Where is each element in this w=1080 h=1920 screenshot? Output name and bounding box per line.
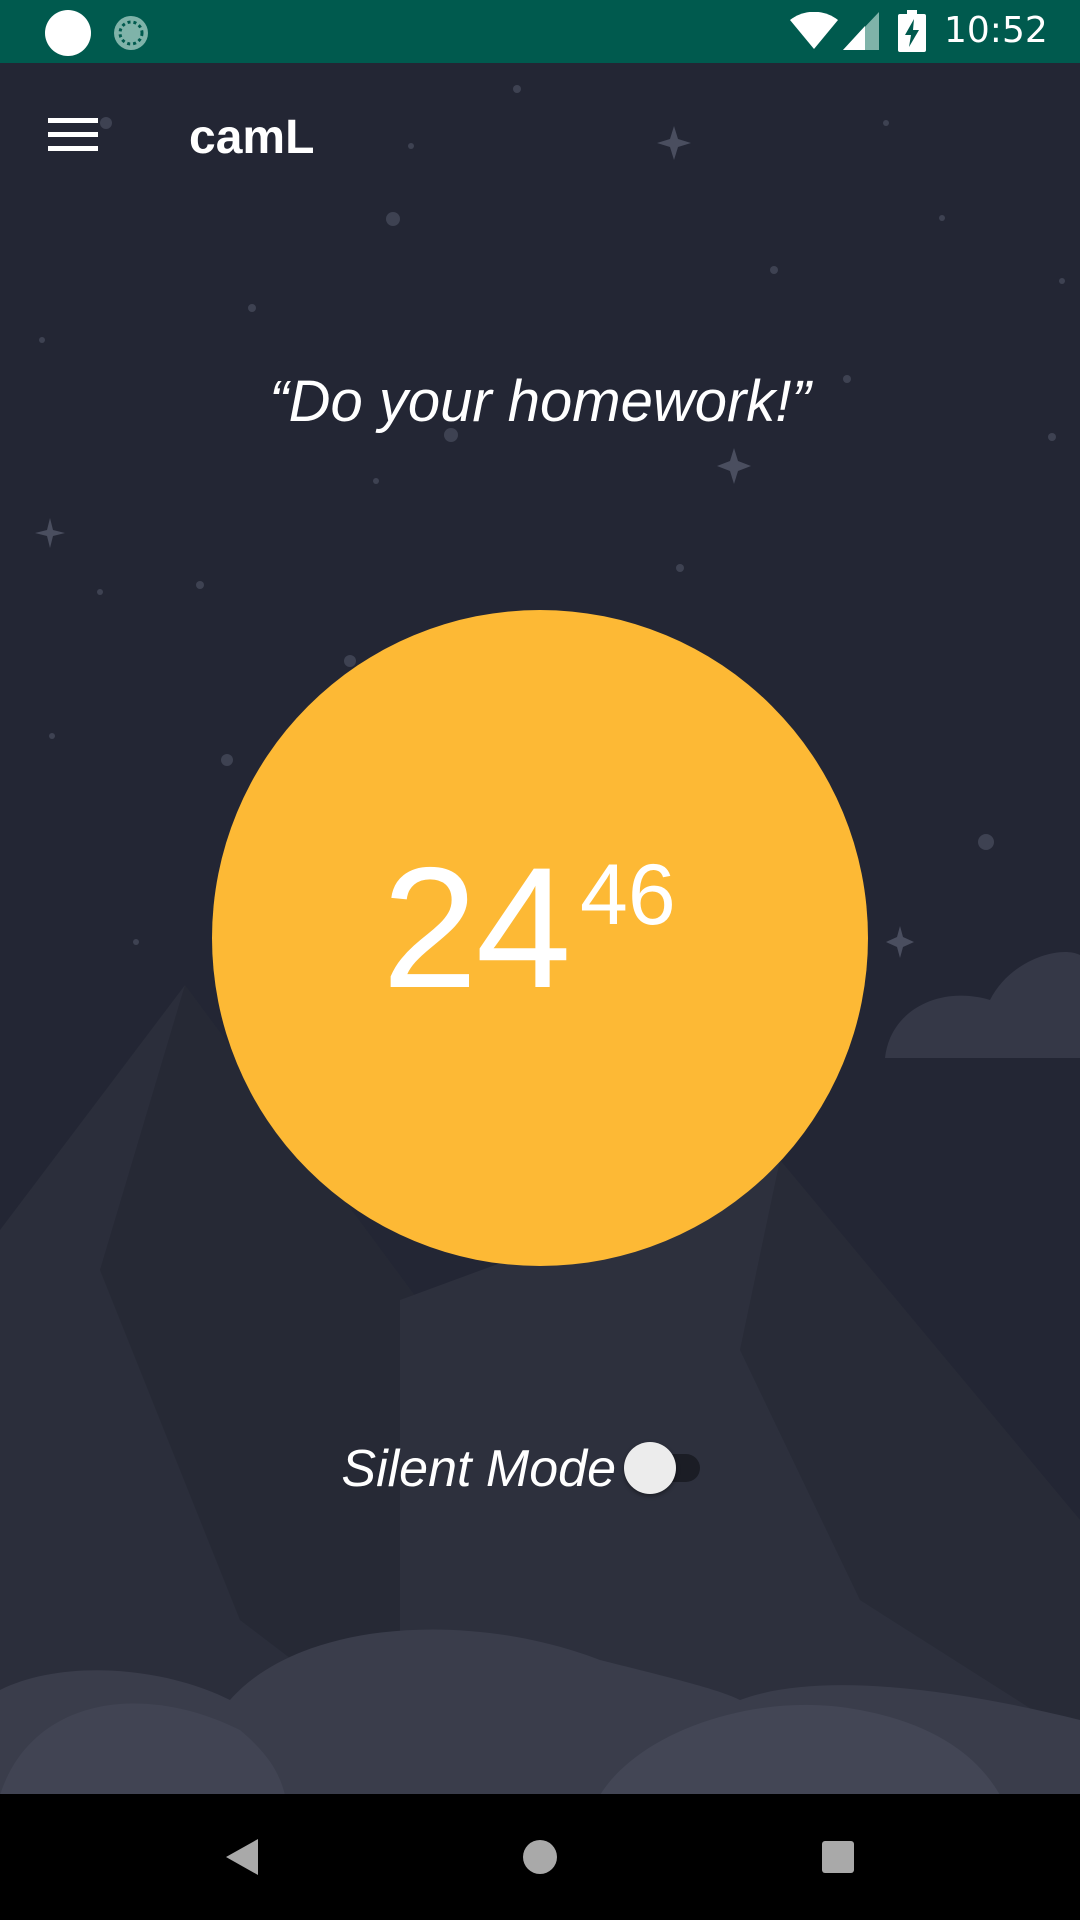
back-icon [226, 1839, 258, 1875]
hamburger-menu-icon [48, 118, 98, 151]
status-time: 10:52 [944, 10, 1048, 51]
timer-seconds: 46 [580, 847, 676, 943]
home-icon [523, 1840, 557, 1874]
recents-icon [822, 1841, 854, 1873]
wifi-icon [790, 12, 838, 49]
navigation-bar [0, 1794, 1080, 1920]
home-button[interactable] [500, 1817, 580, 1897]
back-button[interactable] [202, 1817, 282, 1897]
notification-dot-icon [45, 10, 91, 56]
recents-button[interactable] [798, 1817, 878, 1897]
cloud-top-right [885, 952, 1080, 1058]
app-screen: 10:52 camL “Do your homework!” 24 46 Sil… [0, 0, 1080, 1920]
toggle-thumb [624, 1442, 676, 1494]
menu-button[interactable] [30, 100, 116, 170]
timer-minutes: 24 [382, 832, 571, 1024]
status-bar: 10:52 [0, 0, 1080, 63]
sync-icon [114, 16, 148, 50]
silent-mode-label: Silent Mode [341, 1440, 616, 1498]
cell-signal-icon [843, 12, 879, 50]
app-title: camL [189, 111, 315, 164]
battery-charging-icon [898, 10, 926, 52]
motivational-quote: “Do your homework!” [269, 369, 811, 434]
silent-mode-toggle[interactable] [622, 1438, 706, 1498]
timer-button[interactable]: 24 46 [212, 610, 868, 1266]
